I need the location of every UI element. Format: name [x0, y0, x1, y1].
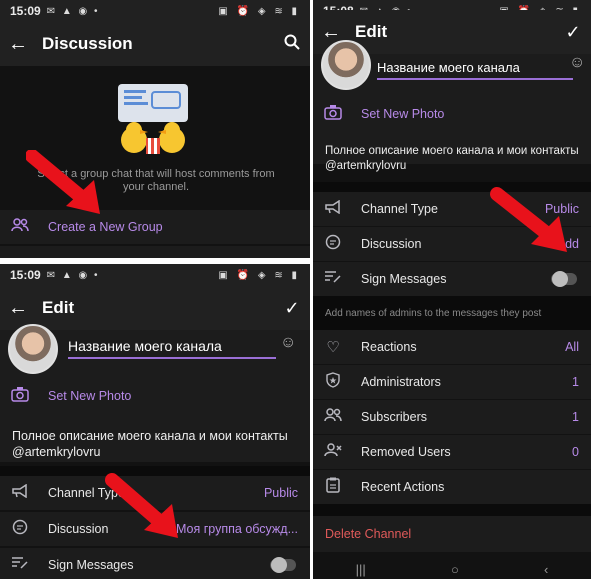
- partial-row: [0, 246, 310, 258]
- removed-users-count: 0: [572, 445, 579, 459]
- checkmark-icon[interactable]: ✓: [274, 298, 310, 319]
- edit-channel-screen: 15:08 ✉ ▲ ◉ • ▣ ⏰ ◈ ≋ ▮ ← Edit ✓ Названи…: [313, 0, 591, 579]
- user-remove-icon: [313, 443, 353, 461]
- channel-type-value: Public: [263, 486, 298, 500]
- reactions-value: All: [565, 340, 579, 354]
- app-bar: ← Discussion: [0, 22, 310, 66]
- chat-bubble-icon: [313, 234, 353, 254]
- signature-icon: [313, 270, 353, 288]
- section-divider: [313, 504, 591, 516]
- removed-users-row[interactable]: Removed Users 0: [313, 435, 591, 469]
- set-new-photo-row[interactable]: Set New Photo: [0, 382, 310, 410]
- removed-users-label: Removed Users: [361, 445, 451, 459]
- discussion-value: Моя группа обсужд...: [175, 522, 298, 536]
- channel-type-label: Channel Type: [361, 202, 438, 216]
- status-time: 15:09: [10, 268, 41, 282]
- delete-channel-row[interactable]: Delete Channel: [313, 516, 591, 552]
- emoji-icon[interactable]: ☺: [569, 54, 585, 72]
- discussion-label: Discussion: [48, 522, 109, 536]
- signature-icon: [0, 556, 40, 574]
- red-arrow-icon: [105, 473, 178, 538]
- screen-title: Edit: [355, 22, 388, 41]
- megaphone-icon: [0, 483, 40, 502]
- sign-messages-row[interactable]: Sign Messages: [0, 548, 310, 579]
- subscribers-row[interactable]: Subscribers 1: [313, 400, 591, 434]
- camera-icon: [0, 386, 40, 406]
- sign-messages-row[interactable]: Sign Messages: [313, 262, 591, 296]
- recent-actions-label: Recent Actions: [361, 480, 445, 494]
- red-arrow-icon: [26, 150, 100, 214]
- administrators-row[interactable]: Administrators 1: [313, 365, 591, 399]
- administrators-label: Administrators: [361, 375, 441, 389]
- home-icon[interactable]: ○: [451, 562, 459, 577]
- chat-bubble-icon: [0, 519, 40, 539]
- sign-messages-label: Sign Messages: [48, 558, 134, 572]
- administrators-count: 1: [572, 375, 579, 389]
- subscribers-label: Subscribers: [361, 410, 427, 424]
- search-icon[interactable]: [274, 34, 310, 55]
- nav-back-icon[interactable]: ‹: [544, 562, 548, 577]
- reactions-label: Reactions: [361, 340, 417, 354]
- discussion-label: Discussion: [361, 237, 422, 251]
- red-arrow-icon: [490, 187, 567, 252]
- screen-title: Discussion: [42, 34, 133, 53]
- avatar[interactable]: [8, 324, 58, 374]
- status-icons: ✉ ▲ ◉ •: [46, 269, 100, 281]
- set-new-photo-row[interactable]: Set New Photo: [313, 100, 591, 128]
- edit-channel-screen-linked: 15:09 ✉ ▲ ◉ • ▣ ⏰ ◈ ≋ ▮ ← Edit ✓ Названи…: [0, 264, 310, 579]
- status-bar: 15:09 ✉ ▲ ◉ • ▣ ⏰ ◈ ≋ ▮: [0, 0, 310, 22]
- status-bar: 15:09 ✉ ▲ ◉ • ▣ ⏰ ◈ ≋ ▮: [0, 264, 310, 286]
- status-icons: ✉ ▲ ◉ •: [46, 5, 100, 17]
- clipboard-icon: [313, 477, 353, 497]
- duck-illustration: [118, 84, 188, 154]
- sign-messages-label: Sign Messages: [361, 272, 447, 286]
- sign-messages-hint: Add names of admins to the messages they…: [325, 308, 542, 319]
- set-new-photo-label: Set New Photo: [48, 389, 132, 403]
- checkmark-icon[interactable]: ✓: [555, 22, 591, 43]
- channel-description[interactable]: Полное описание моего канала и мои конта…: [325, 144, 583, 174]
- sign-messages-toggle[interactable]: [551, 271, 577, 287]
- channel-name-input[interactable]: Название моего канала: [68, 338, 276, 359]
- avatar[interactable]: [321, 40, 371, 90]
- set-new-photo-label: Set New Photo: [361, 107, 445, 121]
- discussion-screen: 15:09 ✉ ▲ ◉ • ▣ ⏰ ◈ ≋ ▮ ← Discussion Sel…: [0, 0, 310, 258]
- recent-actions-row[interactable]: Recent Actions: [313, 470, 591, 504]
- screen-title: Edit: [42, 298, 75, 317]
- status-time: 15:09: [10, 4, 41, 18]
- shield-star-icon: [313, 372, 353, 392]
- back-arrow-icon[interactable]: ←: [0, 297, 36, 320]
- sign-messages-toggle[interactable]: [270, 557, 296, 573]
- system-icons: ▣ ⏰ ◈ ≋ ▮: [218, 269, 300, 281]
- create-new-group-label: Create a New Group: [48, 220, 163, 234]
- system-icons: ▣ ⏰ ◈ ≋ ▮: [218, 5, 300, 17]
- recent-apps-icon[interactable]: |||: [356, 562, 366, 577]
- channel-description[interactable]: Полное описание моего канала и мои конта…: [12, 428, 302, 460]
- group-icon: [313, 408, 353, 426]
- camera-icon: [313, 104, 353, 124]
- navigation-bar: ||| ○ ‹: [313, 560, 591, 579]
- app-bar: ← Edit ✓: [0, 286, 310, 330]
- heart-icon: ♡: [326, 339, 340, 356]
- delete-channel-label: Delete Channel: [325, 527, 412, 541]
- reactions-row[interactable]: ♡ Reactions All: [313, 330, 591, 364]
- channel-name-input[interactable]: Название моего канала: [377, 60, 573, 80]
- megaphone-icon: [313, 199, 353, 218]
- group-icon: [0, 218, 40, 236]
- back-arrow-icon[interactable]: ←: [0, 33, 36, 56]
- subscribers-count: 1: [572, 410, 579, 424]
- emoji-icon[interactable]: ☺: [280, 334, 296, 352]
